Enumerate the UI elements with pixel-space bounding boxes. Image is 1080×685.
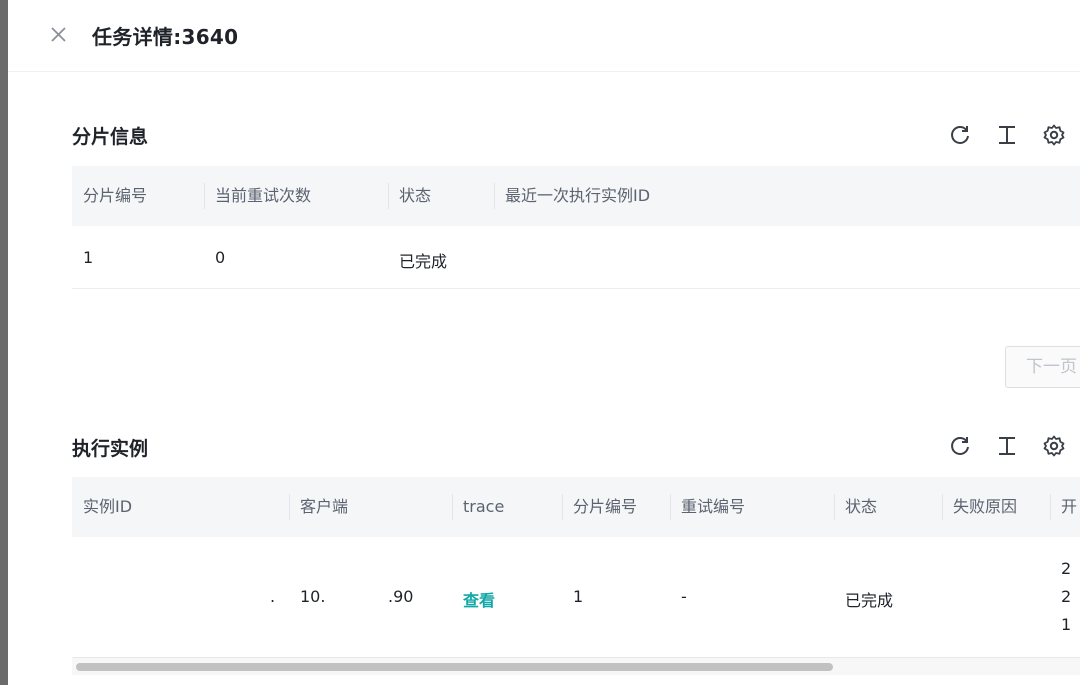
col-shard-no: 分片编号 — [562, 477, 637, 537]
cell-start-time-line2: 2 — [1061, 587, 1072, 606]
horizontal-scrollbar[interactable] — [72, 657, 1080, 675]
cell-shard-no: 1 — [573, 587, 584, 606]
column-height-icon[interactable] — [994, 122, 1020, 148]
task-detail-drawer: 任务详情:3640 分片信息 分片编号 当前重试次数 状态 最近一次执行实例ID… — [8, 0, 1080, 685]
cell-client-part2: .90 — [388, 587, 414, 606]
drawer-header: 任务详情:3640 — [8, 0, 1080, 72]
col-last-instance-id: 最近一次执行实例ID — [494, 166, 650, 226]
col-start-time: 开 — [1050, 477, 1077, 537]
shard-table: 分片编号 当前重试次数 状态 最近一次执行实例ID 1 0 已完成 — [72, 166, 1080, 290]
settings-icon[interactable] — [1041, 433, 1067, 459]
col-status: 状态 — [388, 166, 431, 226]
shard-table-header: 分片编号 当前重试次数 状态 最近一次执行实例ID — [72, 166, 1080, 226]
close-icon[interactable] — [46, 22, 72, 48]
col-instance-id: 实例ID — [83, 497, 133, 516]
next-page-button[interactable]: 下一页 — [1005, 346, 1080, 388]
column-height-icon[interactable] — [994, 433, 1020, 459]
settings-icon[interactable] — [1041, 122, 1067, 148]
cell-start-time-line1: 2 — [1061, 559, 1072, 578]
cell-status: 已完成 — [845, 591, 894, 610]
cell-shard-no: 1 — [83, 248, 94, 267]
col-retry-no: 重试编号 — [670, 477, 745, 537]
cell-instance-id: . — [270, 587, 276, 606]
col-shard-no: 分片编号 — [83, 186, 148, 205]
shard-toolbar — [947, 122, 1067, 148]
scrollbar-thumb[interactable] — [76, 663, 833, 671]
col-retry-count: 当前重试次数 — [204, 166, 311, 226]
refresh-icon[interactable] — [947, 122, 973, 148]
trace-view-link[interactable]: 查看 — [463, 587, 495, 611]
col-trace: trace — [452, 477, 504, 537]
cell-retry-no: - — [681, 587, 687, 606]
cell-start-time-line3: 1 — [1061, 615, 1072, 634]
background-overlay-strip — [0, 0, 8, 685]
cell-status: 已完成 — [399, 252, 448, 271]
col-client: 客户端 — [289, 477, 348, 537]
refresh-icon[interactable] — [947, 433, 973, 459]
cell-retry-count: 0 — [215, 248, 226, 267]
instance-toolbar — [947, 433, 1067, 459]
row-divider — [72, 288, 1080, 289]
shard-section-title: 分片信息 — [72, 126, 149, 148]
col-status: 状态 — [834, 477, 877, 537]
col-fail-reason: 失败原因 — [942, 477, 1017, 537]
instance-table-header: 实例ID 客户端 trace 分片编号 重试编号 状态 失败原因 开 — [72, 477, 1080, 537]
instance-table: 实例ID 客户端 trace 分片编号 重试编号 状态 失败原因 开 . 10.… — [72, 477, 1080, 657]
instance-section-title: 执行实例 — [72, 438, 149, 460]
cell-client-part1: 10. — [300, 587, 326, 606]
drawer-title: 任务详情:3640 — [92, 25, 239, 49]
